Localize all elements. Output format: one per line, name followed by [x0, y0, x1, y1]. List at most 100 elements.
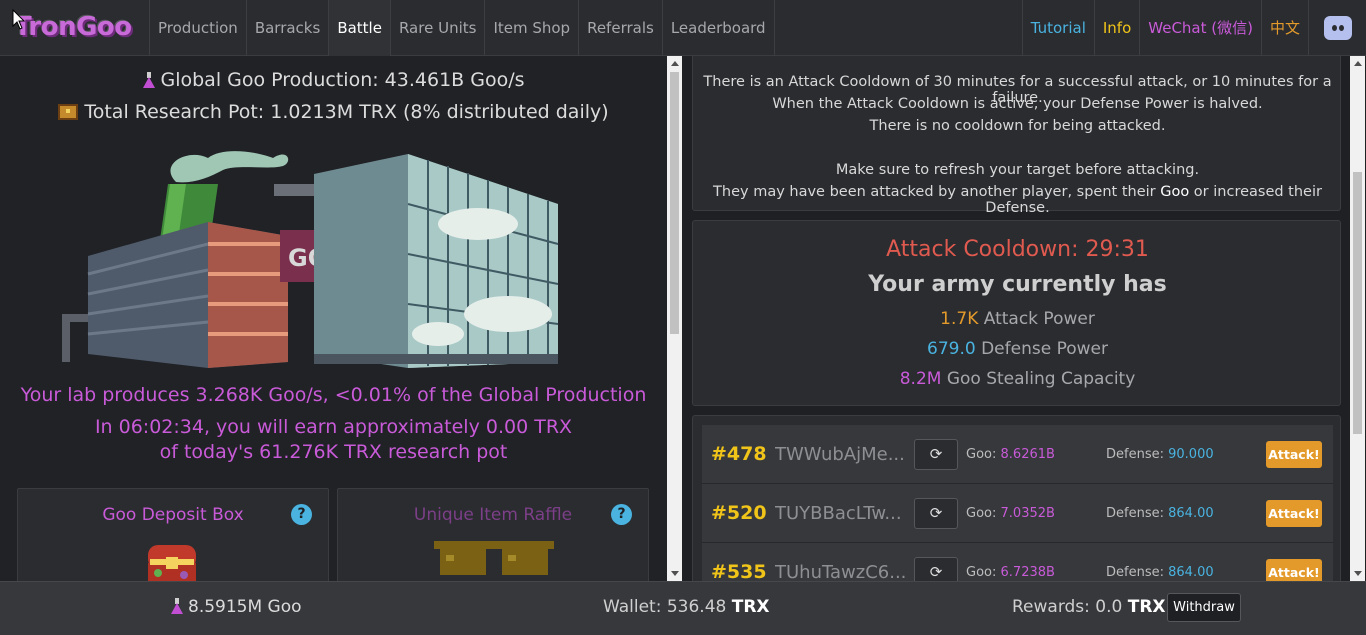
target-row: #535 TUhuTawzC6... ⟳ Goo: 6.7238B Defens…	[702, 543, 1333, 581]
nav-rare-units[interactable]: Rare Units	[389, 0, 484, 56]
scroll-up-icon[interactable]	[671, 61, 679, 66]
withdraw-button[interactable]: Withdraw	[1167, 593, 1241, 622]
goo-label: Goo:	[966, 447, 997, 462]
battle-panel: There is an Attack Cooldown of 30 minute…	[683, 56, 1350, 581]
attack-cooldown: Attack Cooldown: 29:31	[886, 237, 1149, 262]
target-goo: Goo: 6.7238B	[966, 543, 1055, 581]
defense-value: 864.00	[1168, 565, 1214, 580]
right-scrollbar[interactable]	[1350, 56, 1365, 581]
nav-info[interactable]: Info	[1093, 0, 1139, 56]
global-production-text: Global Goo Production: 43.461B Goo/s	[160, 69, 525, 91]
discord-icon	[1323, 16, 1352, 40]
refresh-icon: ⟳	[929, 504, 943, 522]
scroll-down-icon[interactable]	[1354, 571, 1362, 576]
info-line: Make sure to refresh your target before …	[835, 162, 1200, 178]
goo-balance-text: 8.5915M Goo	[188, 597, 302, 617]
global-production: Global Goo Production: 43.461B Goo/s	[0, 69, 667, 91]
info-line: When the Attack Cooldown is active, your…	[772, 96, 1263, 112]
nav-leaderboard[interactable]: Leaderboard	[661, 0, 775, 56]
unique-item-raffle-card: Unique Item Raffle ?	[337, 488, 649, 581]
footer-bar: 8.5915M Goo Wallet: 536.48 TRX Rewards: …	[0, 581, 1366, 635]
target-address[interactable]: TWWubAjMe...	[775, 425, 907, 484]
top-navbar: TronGoo Production Barracks Battle Rare …	[0, 0, 1366, 56]
treasure-chest-icon	[148, 545, 196, 581]
nav-tutorial[interactable]: Tutorial	[1021, 0, 1094, 56]
goo-stealing-value: 8.2M	[899, 369, 942, 389]
target-rank: #478	[711, 443, 767, 465]
scroll-up-icon[interactable]	[1354, 61, 1362, 66]
target-defense: Defense: 90.000	[1106, 425, 1214, 484]
target-row: #478 TWWubAjMe... ⟳ Goo: 8.6261B Defense…	[702, 425, 1333, 484]
discord-link[interactable]	[1308, 0, 1366, 56]
earn-estimate-line2: of today's 61.276K TRX research pot	[159, 441, 508, 463]
battle-info-box: There is an Attack Cooldown of 30 minute…	[692, 56, 1341, 216]
help-icon[interactable]: ?	[611, 504, 632, 525]
left-scrollbar[interactable]	[667, 56, 682, 581]
goo-stealing-label: Goo Stealing Capacity	[946, 369, 1136, 389]
target-rank: #520	[711, 502, 767, 524]
defense-label: Defense:	[1106, 447, 1164, 462]
lab-panel: Global Goo Production: 43.461B Goo/s Tot…	[0, 56, 667, 581]
goo-value: 8.6261B	[1000, 447, 1055, 462]
goo-label: Goo:	[966, 565, 997, 580]
mouse-cursor-icon	[12, 9, 26, 30]
scrollbar-thumb[interactable]	[670, 72, 679, 334]
goo-factory-illustration: GOO	[62, 151, 559, 368]
refresh-button[interactable]: ⟳	[914, 498, 958, 529]
defense-power-value: 679.0	[927, 339, 976, 359]
research-pot-text: Total Research Pot: 1.0213M TRX (8% dist…	[84, 101, 609, 123]
nav-item-shop[interactable]: Item Shop	[484, 0, 578, 56]
rewards-unit: TRX	[1127, 597, 1166, 617]
research-pot: Total Research Pot: 1.0213M TRX (8% dist…	[0, 101, 667, 123]
treasure-chest-icon	[58, 104, 79, 120]
defense-label: Defense:	[1106, 565, 1164, 580]
unique-item-raffle-title: Unique Item Raffle	[413, 505, 573, 525]
goo-stealing-capacity: 8.2M Goo Stealing Capacity	[693, 369, 1342, 389]
defense-value: 90.000	[1168, 447, 1214, 462]
goo-deposit-box-card: Goo Deposit Box ?	[17, 488, 329, 581]
attack-button[interactable]: Attack!	[1266, 559, 1322, 581]
nav-wechat[interactable]: WeChat (微信)	[1139, 0, 1261, 56]
targets-list: #478 TWWubAjMe... ⟳ Goo: 8.6261B Defense…	[692, 415, 1341, 581]
defense-label: Defense:	[1106, 506, 1164, 521]
army-heading: Your army currently has	[868, 272, 1167, 297]
wallet-unit: TRX	[731, 597, 770, 617]
defense-value: 864.00	[1168, 506, 1214, 521]
main-nav: Production Barracks Battle Rare Units It…	[149, 0, 775, 56]
refresh-button[interactable]: ⟳	[914, 557, 958, 581]
trongoo-logo[interactable]: TronGoo	[14, 12, 132, 42]
help-icon[interactable]: ?	[291, 504, 312, 525]
target-defense: Defense: 864.00	[1106, 543, 1214, 581]
scrollbar-thumb[interactable]	[1353, 172, 1362, 434]
earn-estimate-line1: In 06:02:34, you will earn approximately…	[94, 416, 573, 438]
flask-icon	[170, 598, 184, 614]
target-address[interactable]: TUhuTawzC6...	[775, 543, 907, 581]
nav-production[interactable]: Production	[149, 0, 246, 56]
refresh-button[interactable]: ⟳	[914, 439, 958, 470]
info-line: There is no cooldown for being attacked.	[869, 118, 1166, 134]
secondary-nav: Tutorial Info WeChat (微信) 中文	[1021, 0, 1366, 56]
wallet-label: Wallet: 536.48	[603, 597, 732, 617]
info-line: They may have been attacked by another p…	[693, 184, 1342, 216]
attack-button[interactable]: Attack!	[1266, 441, 1322, 468]
target-address[interactable]: TUYBBacLTw...	[775, 484, 907, 543]
nav-chinese[interactable]: 中文	[1260, 0, 1308, 56]
refresh-icon: ⟳	[929, 563, 943, 581]
scroll-down-icon[interactable]	[671, 571, 679, 576]
army-stats-box: Attack Cooldown: 29:31 Your army current…	[692, 220, 1341, 406]
pixel-sunglasses-icon	[434, 541, 554, 575]
goo-deposit-box-title: Goo Deposit Box	[102, 505, 244, 525]
attack-button[interactable]: Attack!	[1266, 500, 1322, 527]
nav-battle[interactable]: Battle	[328, 0, 390, 56]
attack-power-label: Attack Power	[983, 309, 1095, 329]
rewards-balance: Rewards: 0.0 TRX	[1012, 582, 1166, 632]
nav-referrals[interactable]: Referrals	[578, 0, 662, 56]
info-text: They may have been attacked by another p…	[713, 184, 1161, 200]
goo-label: Goo:	[966, 506, 997, 521]
goo-word: Goo	[1160, 184, 1190, 200]
goo-value: 6.7238B	[1000, 565, 1055, 580]
nav-barracks[interactable]: Barracks	[245, 0, 329, 56]
defense-power: 679.0 Defense Power	[693, 339, 1342, 359]
target-defense: Defense: 864.00	[1106, 484, 1214, 543]
goo-balance: 8.5915M Goo	[170, 582, 302, 632]
